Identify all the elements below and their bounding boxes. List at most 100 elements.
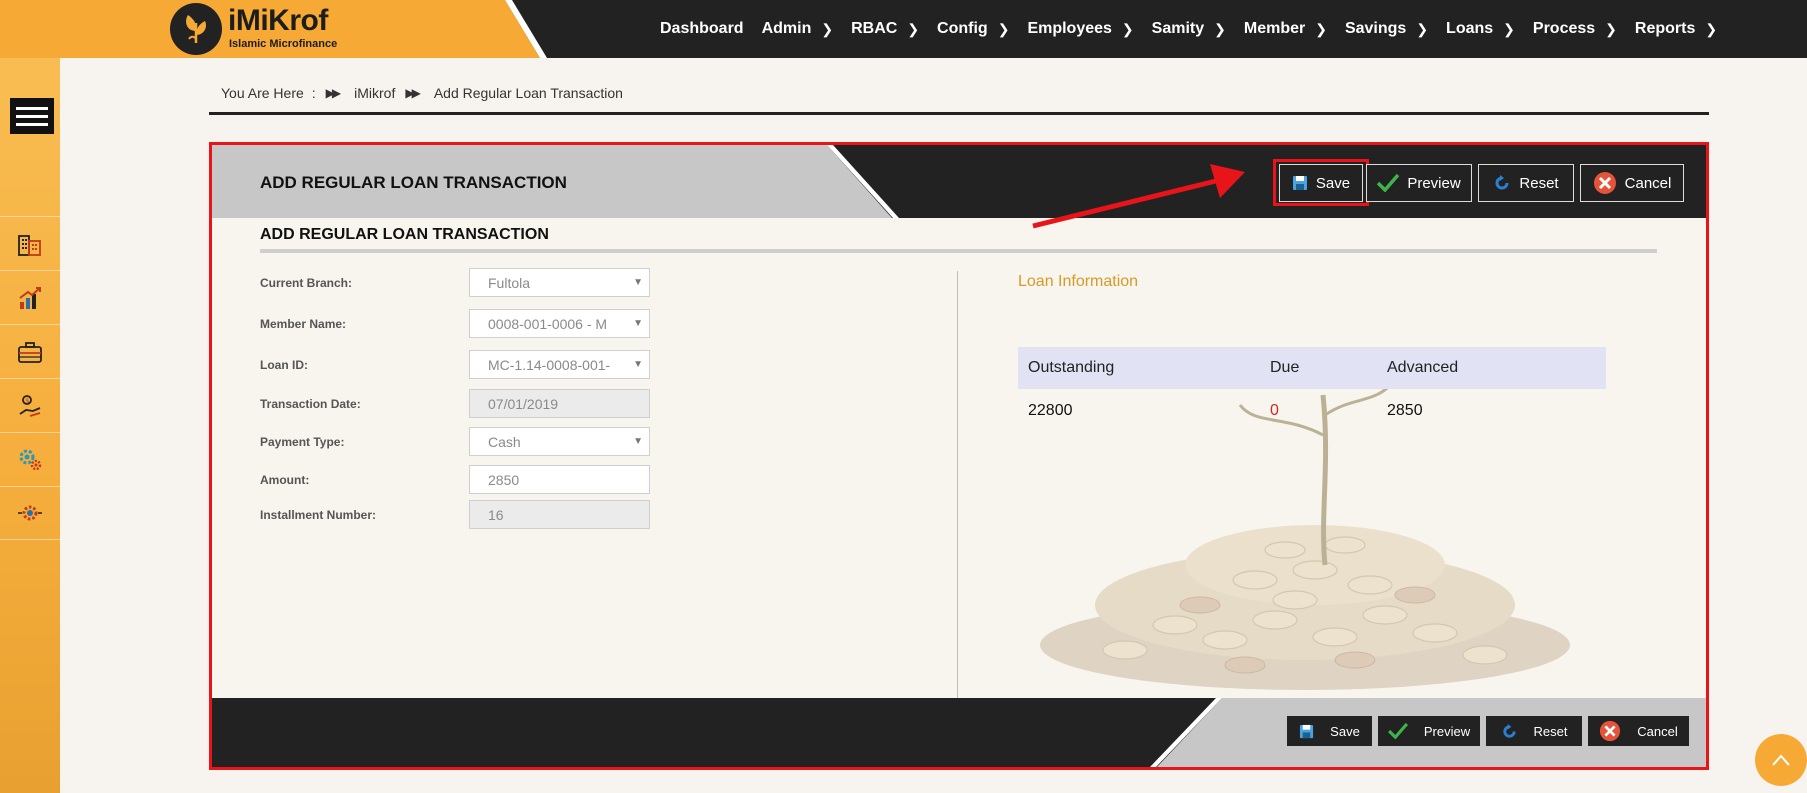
cancel-button[interactable]: Cancel [1580,164,1684,202]
dropdown-caret-icon: ▼ [633,318,643,329]
nav-process[interactable]: Process ❯ [1533,20,1617,38]
nav-savings[interactable]: Savings ❯ [1345,20,1428,38]
nav-label: Dashboard [660,20,744,37]
chevron-right-icon: ❯ [1605,20,1617,37]
loan-info-header-row: Outstanding Due Advanced [1018,347,1606,389]
footer-preview-button[interactable]: Preview [1378,716,1480,746]
panel-title: ADD REGULAR LOAN TRANSACTION [260,173,567,192]
preview-button[interactable]: Preview [1366,164,1472,202]
nav-label: Employees [1027,20,1112,37]
transaction-date-row: Transaction Date: 07/01/2019 [260,389,650,418]
transaction-date-field[interactable]: 07/01/2019 [469,389,650,418]
loan-info-value-row: 22800 0 2850 [1018,389,1606,433]
current-branch-label: Current Branch: [260,275,353,290]
nav-samity[interactable]: Samity ❯ [1152,20,1226,38]
nav-label: Savings [1344,20,1407,37]
logo-leaf-icon[interactable] [170,3,222,55]
growth-chart-icon[interactable] [0,270,60,324]
checkmark-icon [1377,174,1400,192]
footer-preview-label: Preview [1423,723,1471,739]
nav-label: Config [937,20,988,37]
advanced-value: 2850 [1387,402,1423,419]
nav-rbac[interactable]: RBAC ❯ [851,20,919,38]
nav-config[interactable]: Config ❯ [937,20,1009,38]
chevron-right-icon: ❯ [1121,20,1134,37]
svg-text:$: $ [25,397,29,405]
annotation-arrow [1032,164,1245,229]
nav-dashboard[interactable]: Dashboard [660,20,744,38]
footer-reset-label: Reset [1533,723,1568,739]
refresh-icon [1502,723,1516,738]
installment-number-label: Installment Number: [260,507,377,522]
nav-label: Samity [1151,20,1205,37]
amount-row: Amount: 2850 [260,465,650,494]
double-chevron-icon: ▶▶ [405,86,421,100]
hand-money-icon[interactable]: $ [0,378,60,432]
back-to-top-button[interactable] [1755,734,1807,786]
chevron-right-icon: ❯ [1214,20,1226,37]
installment-number-field[interactable]: 16 [469,500,650,529]
double-chevron-icon: ▶▶ [325,86,342,100]
nav-employees[interactable]: Employees ❯ [1027,20,1133,38]
chevron-right-icon: ❯ [1416,20,1429,37]
nav-label: RBAC [851,20,898,37]
checkmark-icon [1387,723,1408,739]
current-branch-row: Current Branch: Fultola ▼ [260,268,650,297]
chevron-right-icon: ❯ [821,20,834,37]
dropdown-caret-icon: ▼ [633,436,643,447]
nav-member[interactable]: Member ❯ [1244,20,1327,38]
settings-icon[interactable] [0,486,60,540]
transaction-date-label: Transaction Date: [260,396,361,411]
amount-value: 2850 [488,471,520,488]
briefcase-icon[interactable] [0,324,60,378]
installment-number-row: Installment Number: 16 [260,500,650,529]
close-circle-icon [1593,172,1616,194]
panel-footer-dark [212,698,1222,767]
hamburger-menu-icon[interactable] [10,98,54,134]
nav-label: Process [1532,20,1596,37]
chevron-up-icon [1772,754,1790,766]
cancel-label: Cancel [1624,174,1672,192]
payment-type-value: Cash [488,433,521,450]
chevron-right-icon: ❯ [997,20,1010,37]
amount-input[interactable]: 2850 [469,465,650,494]
loan-info-table: Outstanding Due Advanced 22800 0 2850 [1018,347,1606,433]
left-sidebar: $ [0,58,60,793]
member-name-select[interactable]: 0008-001-0006 - M ▼ [469,309,650,338]
nav-reports[interactable]: Reports ❯ [1635,20,1717,38]
footer-cancel-button[interactable]: Cancel [1588,716,1689,746]
due-header: Due [1270,359,1300,376]
footer-cancel-label: Cancel [1637,723,1678,739]
floppy-disk-icon [1292,176,1307,190]
current-branch-value: Fultola [488,274,531,291]
chevron-right-icon: ❯ [907,20,920,37]
brand-name[interactable]: iMiKrof [228,4,328,38]
nav-admin[interactable]: Admin ❯ [762,20,834,38]
floppy-disk-icon [1300,724,1314,738]
footer-save-button[interactable]: Save [1287,716,1372,746]
reset-label: Reset [1519,174,1559,192]
nav-loans[interactable]: Loans ❯ [1446,20,1515,38]
breadcrumb-home-link[interactable]: iMikrof [354,85,395,101]
section-divider [260,249,1657,253]
nav-label: Admin [761,20,812,37]
member-name-value: 0008-001-0006 - M [488,315,608,332]
chevron-right-icon: ❯ [1315,20,1327,37]
building-icon[interactable] [0,216,60,270]
nav-label: Member [1243,20,1306,37]
advanced-header: Advanced [1387,359,1459,376]
loan-id-row: Loan ID: MC-1.14-0008-001- ▼ [260,350,650,379]
payment-type-select[interactable]: Cash ▼ [469,427,650,456]
outstanding-header: Outstanding [1028,359,1115,376]
footer-reset-button[interactable]: Reset [1486,716,1582,746]
payment-type-label: Payment Type: [260,434,345,449]
footer-save-label: Save [1330,723,1360,739]
loan-id-select[interactable]: MC-1.14-0008-001- ▼ [469,350,650,379]
loan-info-title: Loan Information [1018,273,1139,290]
breadcrumb-current: Add Regular Loan Transaction [433,85,623,101]
gears-icon[interactable] [0,432,60,486]
current-branch-select[interactable]: Fultola ▼ [469,268,650,297]
reset-button[interactable]: Reset [1478,164,1574,202]
main-nav: Dashboard Admin ❯ RBAC ❯ Config ❯ Employees… [660,0,1735,58]
save-button[interactable]: Save [1279,164,1363,202]
